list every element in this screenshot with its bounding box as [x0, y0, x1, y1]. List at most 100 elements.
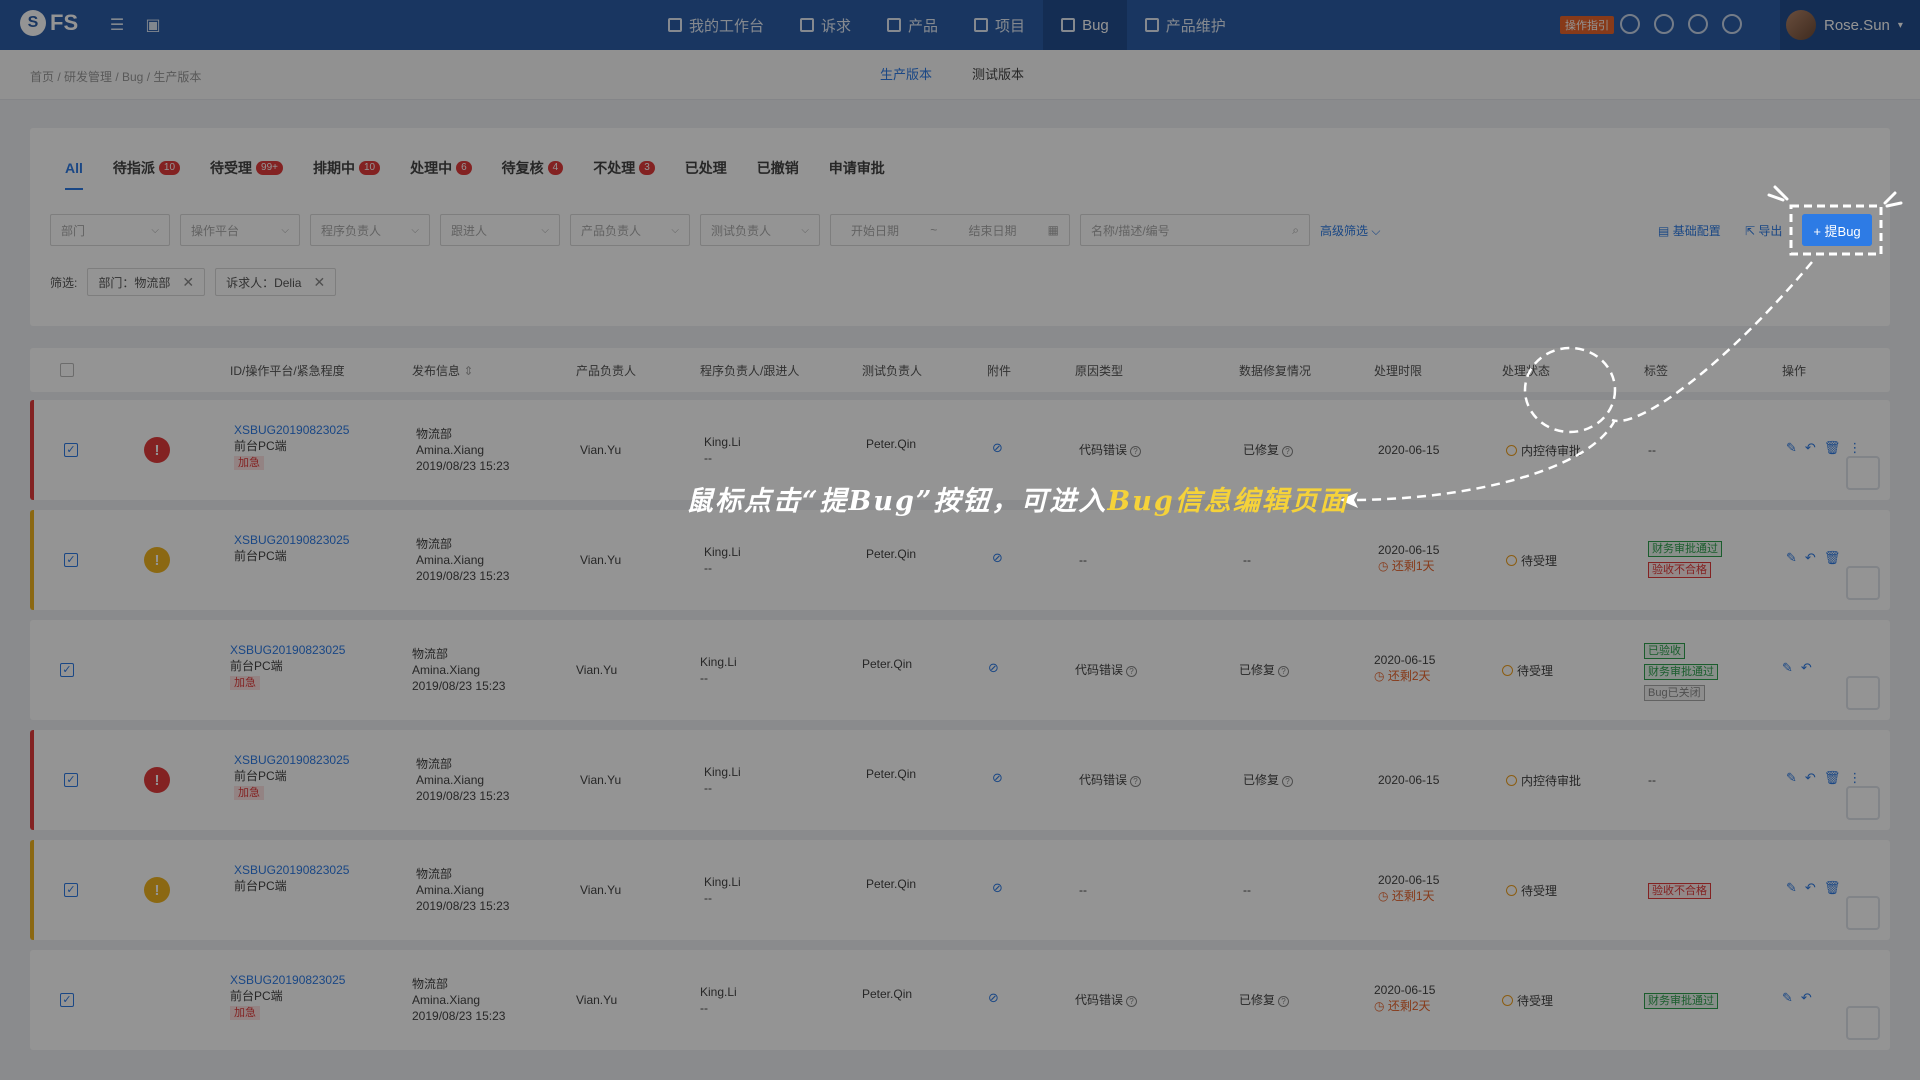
guide-badge[interactable]: 操作指引 — [1560, 16, 1614, 34]
row-checkbox[interactable]: ✓ — [64, 443, 78, 457]
bug-id-link[interactable]: XSBUG20190823025 — [230, 972, 345, 988]
attachment-icon[interactable]: ⊘ — [992, 880, 1003, 896]
bug-id-link[interactable]: XSBUG20190823025 — [234, 752, 349, 768]
cause-cell: 代码错误? — [1079, 772, 1142, 788]
delete-icon[interactable]: 🗑 — [1824, 440, 1841, 456]
attachment-icon[interactable]: ⊘ — [988, 990, 999, 1006]
clock-icon: ◷ — [1378, 559, 1389, 573]
help-icon[interactable]: ? — [1130, 776, 1142, 787]
delete-icon[interactable]: 🗑 — [1824, 880, 1841, 896]
compass-icon[interactable] — [1620, 14, 1640, 34]
urgency-icon: ! — [144, 767, 170, 793]
filter-chip-dept[interactable]: 部门：物流部 ✕ — [87, 268, 206, 296]
tab-testing[interactable]: 测试版本 — [952, 50, 1044, 100]
highlighted-add-bug-button[interactable]: + 提Bug — [1802, 214, 1872, 246]
help-icon[interactable]: ? — [1278, 996, 1290, 1007]
nav-bug[interactable]: Bug — [1043, 0, 1127, 50]
export-link[interactable]: ⇱ 导出 — [1745, 222, 1782, 239]
row-checkbox[interactable]: ✓ — [60, 993, 74, 1007]
nav-product[interactable]: 产品 — [869, 0, 956, 50]
date-range-picker[interactable]: 开始日期 ~ 结束日期 ▦ — [830, 214, 1070, 246]
follower-select[interactable]: 跟进人 ⌵ — [440, 214, 560, 246]
advanced-filter-link[interactable]: 高级筛选 ⌵ — [1320, 222, 1380, 239]
user-menu[interactable]: Rose.Sun ▾ — [1780, 0, 1920, 50]
status-tab[interactable]: 待复核 4 — [487, 150, 579, 186]
status-tab[interactable]: 待指派 10 — [98, 150, 195, 186]
undo-icon[interactable]: ↶ — [1805, 770, 1816, 786]
nav-workbench[interactable]: 我的工作台 — [650, 0, 782, 50]
help-icon[interactable]: ? — [1282, 446, 1294, 457]
product-owner-select[interactable]: 产品负责人 ⌵ — [570, 214, 690, 246]
status-tab[interactable]: 已处理 — [670, 150, 742, 186]
close-icon[interactable]: ✕ — [182, 274, 194, 291]
app-logo[interactable]: S FS — [20, 10, 78, 36]
menu-icon[interactable]: ☰ — [106, 14, 128, 36]
bug-id-link[interactable]: XSBUG20190823025 — [234, 862, 349, 878]
test-owner-select[interactable]: 测试负责人 ⌵ — [700, 214, 820, 246]
table-row[interactable]: ✓! XSBUG20190823025 前台PC端 物流部 Amina.Xiang 201… — [30, 840, 1890, 940]
status-tab[interactable]: All — [50, 150, 98, 190]
dept-select[interactable]: 部门 ⌵ — [50, 214, 170, 246]
edit-icon[interactable]: ✎ — [1786, 770, 1797, 786]
col-publish[interactable]: 发布信息 ⇕ — [412, 362, 473, 379]
label-tag: 财务审批通过 — [1648, 541, 1722, 557]
select-all-checkbox[interactable] — [60, 363, 74, 377]
edit-icon[interactable]: ✎ — [1786, 550, 1797, 566]
undo-icon[interactable]: ↶ — [1801, 990, 1812, 1006]
delete-icon[interactable]: 🗑 — [1824, 550, 1841, 566]
filter-chip-requester[interactable]: 诉求人：Delia ✕ — [215, 268, 337, 296]
attachment-icon[interactable]: ⊘ — [988, 660, 999, 676]
table-row[interactable]: ✓ XSBUG20190823025 前台PC端 加急 物流部 Amina.Xiang 20… — [30, 620, 1890, 720]
platform-select[interactable]: 操作平台 ⌵ — [180, 214, 300, 246]
publish-cell: 物流部 Amina.Xiang 2019/08/23 15:23 — [416, 757, 510, 803]
status-tab[interactable]: 申请审批 — [814, 150, 900, 186]
status-tab[interactable]: 处理中 6 — [395, 150, 487, 186]
tab-production[interactable]: 生产版本 — [860, 50, 952, 100]
attachment-icon[interactable]: ⊘ — [992, 440, 1003, 456]
bell-icon[interactable] — [1722, 14, 1742, 34]
bug-id-link[interactable]: XSBUG20190823025 — [230, 642, 345, 658]
edit-icon[interactable]: ✎ — [1782, 990, 1793, 1006]
help-icon[interactable]: ? — [1126, 996, 1138, 1007]
status-tab[interactable]: 已撤销 — [742, 150, 814, 186]
globe-icon[interactable] — [1688, 14, 1708, 34]
more-icon[interactable]: ⋮ — [1848, 770, 1861, 786]
attachment-icon[interactable]: ⊘ — [992, 550, 1003, 566]
monitor-icon[interactable]: ▣ — [142, 14, 164, 36]
more-icon[interactable]: ⋮ — [1848, 440, 1861, 456]
edit-icon[interactable]: ✎ — [1782, 660, 1793, 676]
undo-icon[interactable]: ↶ — [1801, 660, 1812, 676]
dev-owner-select[interactable]: 程序负责人 ⌵ — [310, 214, 430, 246]
bug-id-link[interactable]: XSBUG20190823025 — [234, 422, 349, 438]
edit-icon[interactable]: ✎ — [1786, 440, 1797, 456]
status-tab[interactable]: 排期中 10 — [298, 150, 395, 186]
bug-id-link[interactable]: XSBUG20190823025 — [234, 532, 349, 548]
row-checkbox[interactable]: ✓ — [64, 883, 78, 897]
attachment-icon[interactable]: ⊘ — [992, 770, 1003, 786]
status-tab[interactable]: 不处理 3 — [578, 150, 670, 186]
refresh-icon[interactable] — [1654, 14, 1674, 34]
row-checkbox[interactable]: ✓ — [60, 663, 74, 677]
nav-product-maintenance[interactable]: 产品维护 — [1127, 0, 1244, 50]
help-icon[interactable]: ? — [1130, 446, 1142, 457]
basic-config-link[interactable]: ▤ 基础配置 — [1658, 222, 1721, 239]
table-row[interactable]: ✓ XSBUG20190823025 前台PC端 加急 物流部 Amina.Xiang 20… — [30, 950, 1890, 1050]
row-checkbox[interactable]: ✓ — [64, 553, 78, 567]
nav-request[interactable]: 诉求 — [782, 0, 869, 50]
help-icon[interactable]: ? — [1278, 666, 1290, 677]
close-icon[interactable]: ✕ — [313, 274, 325, 291]
status-tab[interactable]: 待受理 99+ — [195, 150, 298, 186]
undo-icon[interactable]: ↶ — [1805, 440, 1816, 456]
help-icon[interactable]: ? — [1282, 776, 1294, 787]
urgency-icon: ! — [144, 877, 170, 903]
nav-project[interactable]: 项目 — [956, 0, 1043, 50]
delete-icon[interactable]: 🗑 — [1824, 770, 1841, 786]
table-row[interactable]: ✓! XSBUG20190823025 前台PC端 物流部 Amina.Xiang 201… — [30, 510, 1890, 610]
edit-icon[interactable]: ✎ — [1786, 880, 1797, 896]
undo-icon[interactable]: ↶ — [1805, 880, 1816, 896]
help-icon[interactable]: ? — [1126, 666, 1138, 677]
table-row[interactable]: ✓! XSBUG20190823025 前台PC端 加急 物流部 Amina.Xiang 2… — [30, 730, 1890, 830]
search-input[interactable]: 名称/描述/编号 ⌕ — [1080, 214, 1310, 246]
row-checkbox[interactable]: ✓ — [64, 773, 78, 787]
undo-icon[interactable]: ↶ — [1805, 550, 1816, 566]
